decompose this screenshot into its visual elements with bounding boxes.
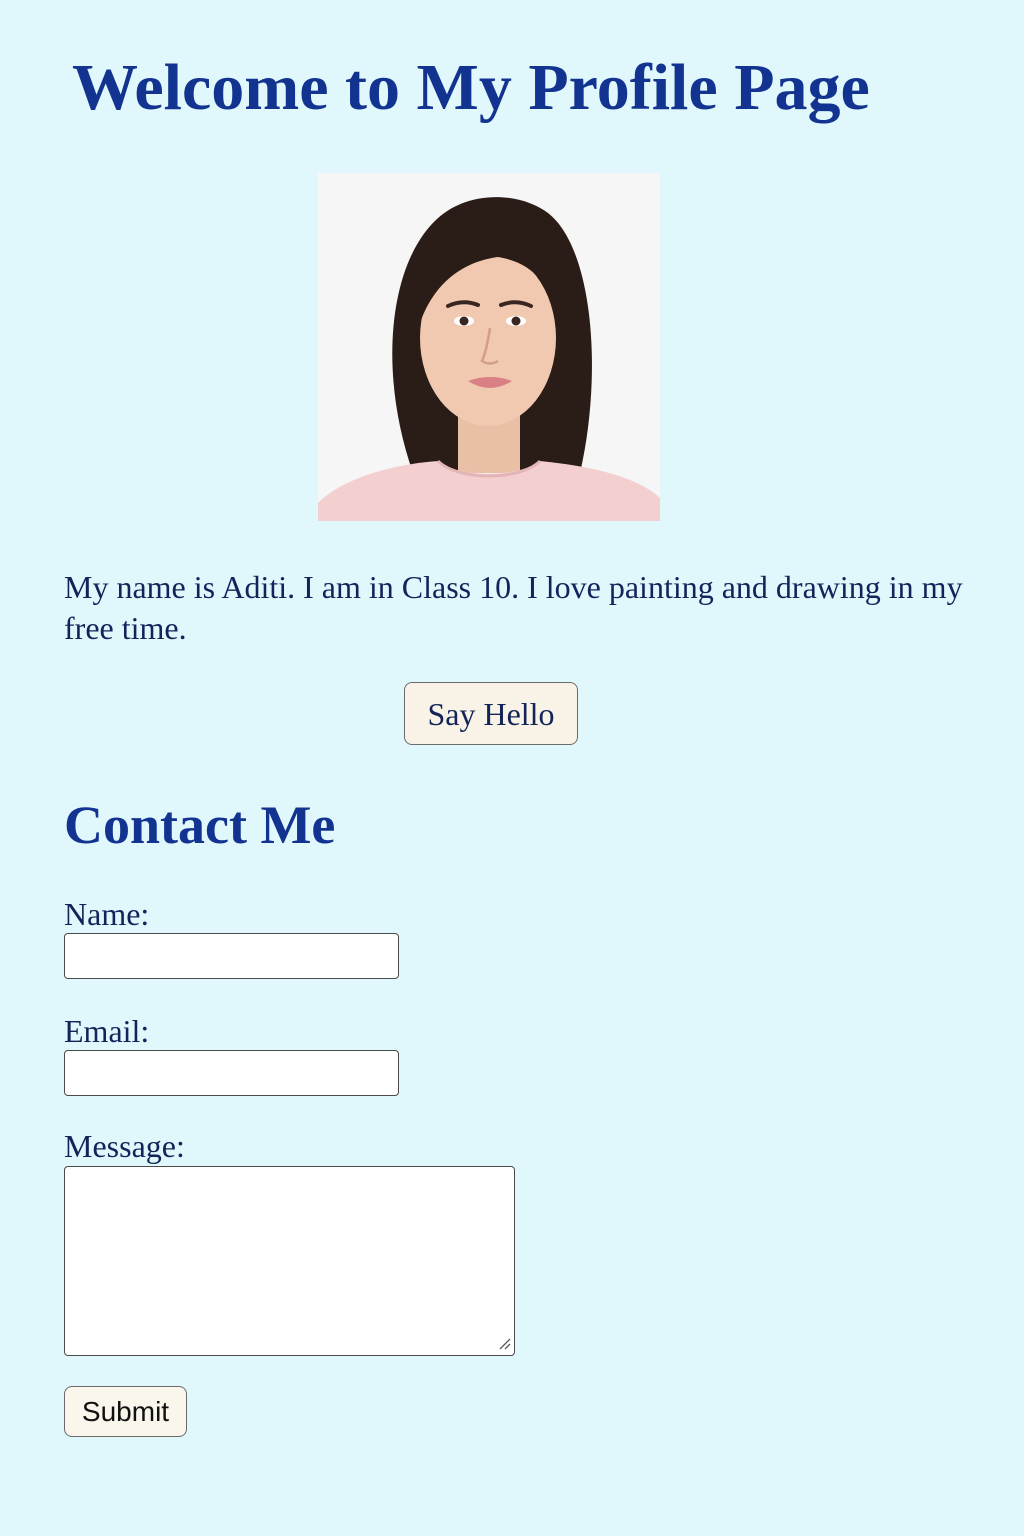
bio-text: My name is Aditi. I am in Class 10. I lo… <box>64 569 963 646</box>
name-input[interactable] <box>64 933 399 979</box>
profile-page: Welcome to My Profile Page My name is Ad… <box>0 0 1024 1536</box>
submit-button[interactable]: Submit <box>64 1386 187 1437</box>
resize-grip-icon[interactable] <box>497 1336 511 1350</box>
name-label: Name: <box>64 896 150 932</box>
message-textarea[interactable] <box>64 1166 515 1356</box>
email-label: Email: <box>64 1013 150 1049</box>
page-title: Welcome to My Profile Page <box>72 51 870 124</box>
message-label: Message: <box>64 1128 185 1164</box>
email-input[interactable] <box>64 1050 399 1096</box>
contact-heading: Contact Me <box>64 795 336 855</box>
say-hello-button[interactable]: Say Hello <box>404 682 578 745</box>
profile-photo <box>318 173 660 521</box>
